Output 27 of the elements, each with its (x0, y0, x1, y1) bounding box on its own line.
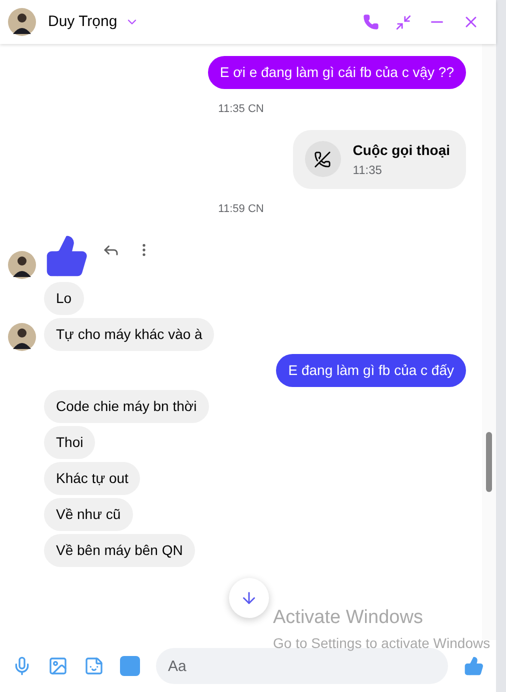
missed-call-icon (304, 141, 341, 177)
message-bubble: Về bên máy bên QN (44, 534, 195, 567)
message-bubble: Lo (44, 282, 84, 315)
timestamp: 11:35 CN (218, 102, 264, 117)
message-bubble: E đang làm gì fb của c đấy (276, 354, 466, 387)
avatar (8, 8, 36, 36)
contact-name[interactable]: Duy Trọng (48, 10, 118, 34)
avatar (8, 323, 36, 351)
timestamp: 11:59 CN (218, 202, 264, 216)
message-bubble: Code chie máy bn thời (44, 390, 209, 423)
scroll-down-button[interactable] (229, 578, 269, 618)
thumbs-up-icon (44, 233, 90, 279)
call-title: Cuộc gọi thoại (352, 140, 450, 160)
image-icon[interactable] (48, 656, 68, 676)
activation-notice-title: Activate Windows (273, 606, 424, 630)
message-bubble: Tự cho máy khác vào à (44, 318, 214, 351)
collapse-icon[interactable] (395, 14, 412, 30)
call-time: 11:35 (352, 162, 383, 178)
call-icon[interactable] (363, 14, 379, 30)
message-bubble: Về như cũ (44, 498, 133, 531)
avatar (8, 251, 36, 279)
like-icon[interactable] (464, 656, 484, 676)
message-bubble: E ơi e đang làm gì cái fb của c vậy ?? (208, 56, 466, 89)
arrow-down-icon (240, 589, 258, 607)
message-bubble: Thoi (44, 426, 96, 459)
message-bubble: Khác tự out (44, 462, 140, 495)
sticker-icon[interactable] (84, 656, 104, 676)
